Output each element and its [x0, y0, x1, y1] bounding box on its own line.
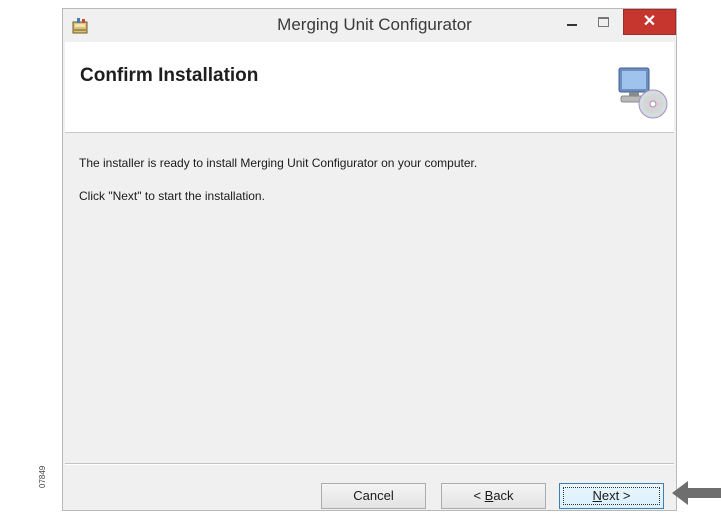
back-label-prefix: < — [473, 488, 485, 503]
back-button[interactable]: < Back — [441, 483, 546, 509]
pointer-arrow-icon — [672, 481, 721, 505]
next-button[interactable]: Next > — [559, 483, 664, 509]
title-bar[interactable]: Merging Unit Configurator ✕ — [63, 9, 676, 41]
next-label-mnemonic: N — [592, 488, 602, 503]
next-label-rest: ext > — [601, 488, 631, 503]
minimize-button[interactable] — [558, 9, 586, 33]
close-icon: ✕ — [642, 13, 657, 30]
installer-window: Merging Unit Configurator ✕ Confirm Inst… — [62, 8, 677, 511]
close-button[interactable]: ✕ — [623, 9, 676, 35]
click-next-instruction: Click "Next" to start the installation. — [79, 189, 265, 203]
cancel-button[interactable]: Cancel — [321, 483, 426, 509]
page-title: Confirm Installation — [80, 65, 259, 86]
computer-disc-icon — [618, 67, 668, 119]
wizard-header: Confirm Installation — [65, 42, 674, 133]
maximize-button[interactable] — [590, 9, 618, 33]
cancel-label: Cancel — [353, 488, 394, 503]
figure-code: 07849 — [38, 465, 47, 488]
footer-divider — [65, 463, 674, 465]
install-ready-message: The installer is ready to install Mergin… — [79, 156, 478, 170]
back-label-rest: ack — [493, 488, 514, 503]
